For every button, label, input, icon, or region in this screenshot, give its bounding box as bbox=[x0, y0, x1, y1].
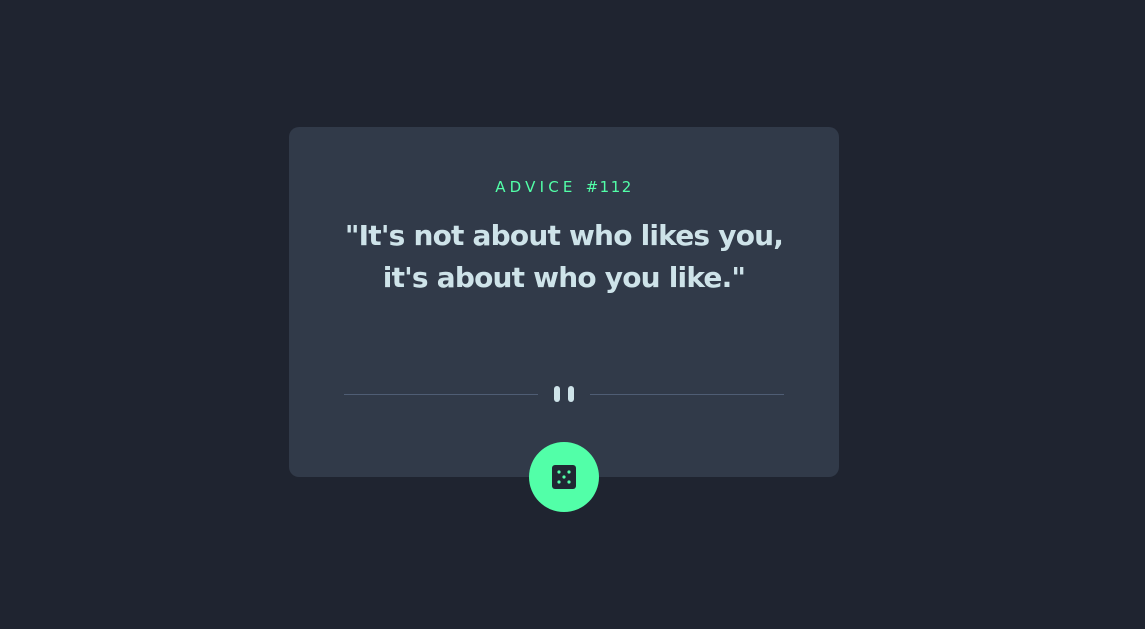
pause-icon bbox=[554, 386, 574, 402]
advice-id-label: ADVICE #112 bbox=[289, 178, 839, 196]
divider-line-right bbox=[590, 394, 784, 395]
advice-label-prefix: ADVICE bbox=[495, 178, 577, 196]
advice-number: #112 bbox=[585, 178, 633, 196]
new-advice-button[interactable] bbox=[529, 442, 599, 512]
advice-quote: "It's not about who likes you, it's abou… bbox=[344, 219, 784, 294]
divider-line-left bbox=[344, 394, 538, 395]
pattern-divider bbox=[344, 386, 784, 402]
dice-icon bbox=[552, 465, 576, 489]
advice-card: ADVICE #112 "It's not about who likes yo… bbox=[289, 127, 839, 512]
